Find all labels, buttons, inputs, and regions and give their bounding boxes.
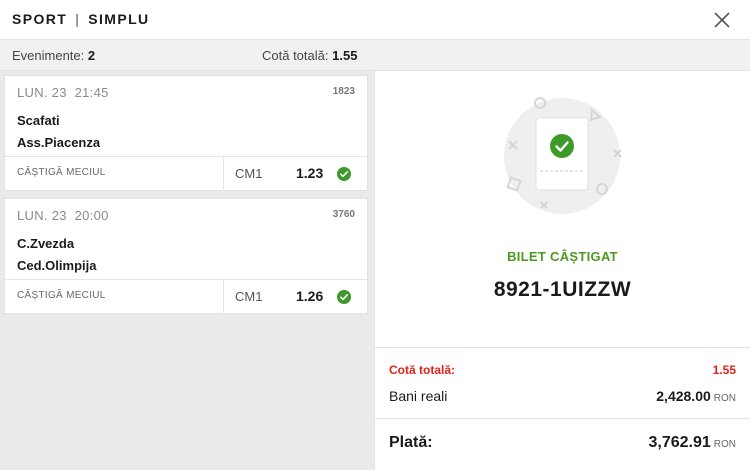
summary-total-odds-value: 1.55 [332,48,358,63]
bet-odd: 1.23 [296,165,324,181]
bet-row-divider [223,157,224,191]
event-card[interactable]: LUN. 23 21:45 1823 Scafati Ass.Piacenza … [4,75,368,191]
slip-title: SPORT | SIMPLU [12,11,150,27]
event-card[interactable]: LUN. 23 20:00 3760 C.Zvezda Ced.Olimpija… [4,198,368,314]
close-icon[interactable] [710,8,734,32]
payout-label: Plată: [389,434,433,451]
bet-row: CÂȘTIGĂ MECIUL CM1 1.26 [5,279,367,314]
stake-amount: 2,428.00 RON [656,388,736,404]
event-time: 21:45 [74,85,109,100]
market-name: CÂȘTIGĂ MECIUL [17,290,106,301]
events-count-label: Evenimente: [12,48,85,63]
event-date: LUN. 23 [17,85,67,100]
check-circle-icon [337,290,351,304]
event-date: LUN. 23 [17,208,67,223]
total-odds-label: Cotă totală: [389,363,455,377]
events-count: Evenimente: 2 [12,48,95,63]
away-team: Ass.Piacenza [17,135,101,150]
stake-label: Bani reali [389,388,448,404]
home-team: C.Zvezda [17,236,75,251]
payout-value: 3,762.91 [648,434,711,451]
ticket-panel: BILET CÂȘTIGAT 8921-1UIZZW Cotă totală: … [374,71,750,470]
event-datetime: LUN. 23 20:00 [17,208,109,223]
payout-divider [375,418,750,419]
bet-row-divider [223,280,224,314]
slip-header: SPORT | SIMPLU [0,0,750,40]
payout-amount: 3,762.91 RON [648,434,736,452]
event-datetime: LUN. 23 21:45 [17,85,109,100]
summary-total-odds: Cotă totală: 1.55 [262,48,357,63]
events-list: LUN. 23 21:45 1823 Scafati Ass.Piacenza … [0,71,374,470]
slip-title-sport: SPORT [12,11,68,27]
total-odds-value: 1.55 [712,363,736,377]
slip-title-separator: | [75,11,81,27]
stake-value: 2,428.00 [656,388,711,404]
event-code: 3760 [332,209,355,220]
bet-pick: CM1 [235,289,263,304]
winning-ticket-icon [504,97,622,214]
event-time: 20:00 [74,208,109,223]
event-code: 1823 [332,86,355,97]
slip-title-type: SIMPLU [88,11,150,27]
slip-summary-bar: Evenimente: 2 Cotă totală: 1.55 [0,40,750,71]
away-team: Ced.Olimpija [17,258,97,273]
stake-currency: RON [713,393,736,404]
bet-odd: 1.26 [296,288,324,304]
payout-currency: RON [713,439,736,450]
ticket-id: 8921-1UIZZW [493,278,632,301]
check-circle-icon [337,167,351,181]
ticket-status: BILET CÂȘTIGAT [507,249,618,264]
bet-pick: CM1 [235,166,263,181]
events-count-value: 2 [87,48,96,63]
bet-row: CÂȘTIGĂ MECIUL CM1 1.23 [5,156,367,191]
totals-section: Cotă totală: 1.55 Bani reali 2,428.00 RON… [375,347,750,470]
market-name: CÂȘTIGĂ MECIUL [17,167,106,178]
home-team: Scafati [17,113,60,128]
summary-total-odds-label: Cotă totală: [262,48,329,63]
